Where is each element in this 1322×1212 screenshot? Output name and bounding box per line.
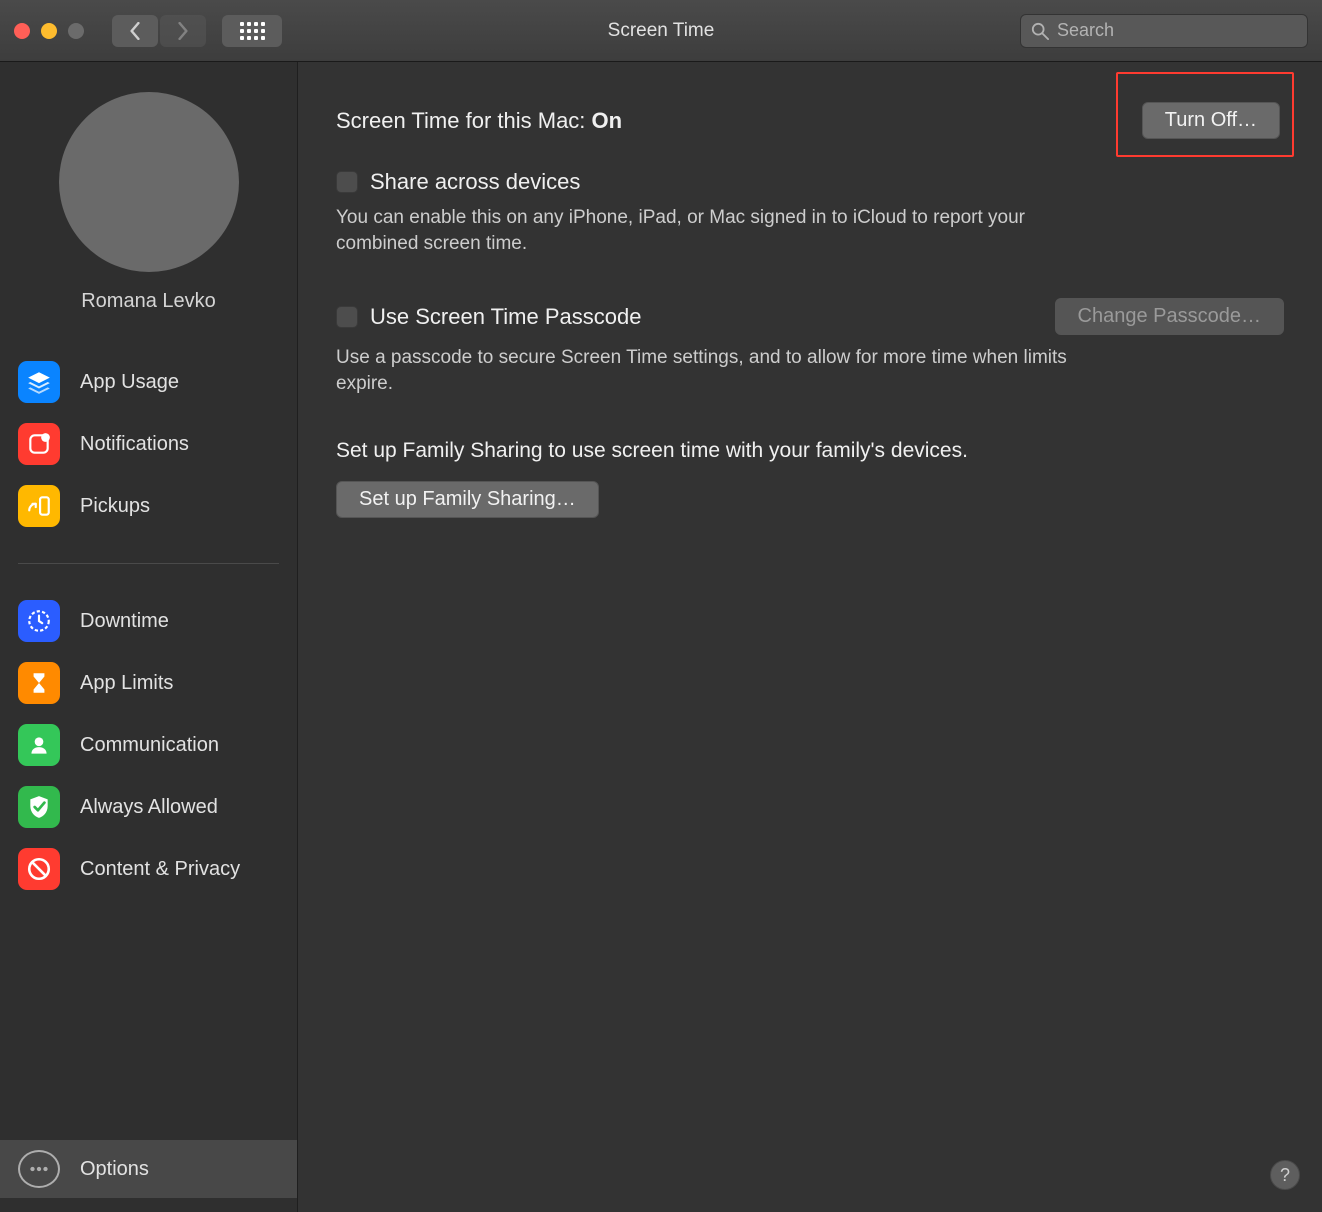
chevron-right-icon [176, 22, 190, 40]
share-across-devices-checkbox[interactable] [336, 171, 358, 193]
family-sharing-desc: Set up Family Sharing to use screen time… [336, 439, 1284, 463]
sidebar-item-label: Notifications [80, 433, 189, 456]
chevron-left-icon [128, 22, 142, 40]
use-passcode-label: Use Screen Time Passcode [370, 304, 641, 330]
grid-icon [240, 22, 265, 40]
main-panel: Screen Time for this Mac: On Turn Off… S… [298, 62, 1322, 1212]
screen-time-status-heading: Screen Time for this Mac: On [336, 108, 622, 134]
setup-family-sharing-button[interactable]: Set up Family Sharing… [336, 481, 599, 518]
sidebar-item-label: App Usage [80, 371, 179, 394]
shield-check-icon [18, 786, 60, 828]
sidebar-item-label: Options [80, 1158, 149, 1181]
sidebar: Romana Levko App Usage Notifications Pic… [0, 62, 298, 1212]
share-across-devices-label: Share across devices [370, 169, 580, 195]
sidebar-item-label: App Limits [80, 672, 173, 695]
help-button[interactable]: ? [1270, 1160, 1300, 1190]
fullscreen-window-button [68, 23, 84, 39]
sidebar-group-limits: Downtime App Limits Communication Always… [0, 580, 297, 910]
clock-stripe-icon [18, 600, 60, 642]
avatar [59, 92, 239, 272]
search-input[interactable] [1057, 20, 1297, 41]
hourglass-icon [18, 662, 60, 704]
back-button[interactable] [112, 15, 158, 47]
sidebar-item-label: Communication [80, 734, 219, 757]
search-icon [1031, 22, 1049, 40]
nav-buttons [112, 15, 206, 47]
divider [18, 563, 279, 564]
heading-state: On [592, 108, 623, 133]
username-label: Romana Levko [0, 290, 297, 313]
sidebar-group-usage: App Usage Notifications Pickups [0, 341, 297, 547]
bell-badge-icon [18, 423, 60, 465]
sidebar-item-downtime[interactable]: Downtime [18, 590, 279, 652]
heading-prefix: Screen Time for this Mac: [336, 108, 592, 133]
sidebar-item-label: Always Allowed [80, 796, 218, 819]
pickups-icon [18, 485, 60, 527]
options-icon [18, 1150, 60, 1188]
no-entry-icon [18, 848, 60, 890]
share-across-devices-desc: You can enable this on any iPhone, iPad,… [336, 205, 1076, 256]
sidebar-item-app-limits[interactable]: App Limits [18, 652, 279, 714]
layers-icon [18, 361, 60, 403]
sidebar-item-label: Downtime [80, 610, 169, 633]
window-controls [14, 23, 84, 39]
turn-off-button[interactable]: Turn Off… [1142, 102, 1280, 139]
use-passcode-checkbox[interactable] [336, 306, 358, 328]
forward-button [160, 15, 206, 47]
minimize-window-button[interactable] [41, 23, 57, 39]
sidebar-item-app-usage[interactable]: App Usage [18, 351, 279, 413]
question-mark-icon: ? [1280, 1165, 1290, 1186]
sidebar-item-always-allowed[interactable]: Always Allowed [18, 776, 279, 838]
sidebar-item-label: Pickups [80, 495, 150, 518]
sidebar-item-communication[interactable]: Communication [18, 714, 279, 776]
use-passcode-desc: Use a passcode to secure Screen Time set… [336, 345, 1076, 396]
sidebar-item-notifications[interactable]: Notifications [18, 413, 279, 475]
person-bubble-icon [18, 724, 60, 766]
sidebar-item-pickups[interactable]: Pickups [18, 475, 279, 537]
sidebar-item-options[interactable]: Options [0, 1140, 297, 1198]
close-window-button[interactable] [14, 23, 30, 39]
sidebar-item-label: Content & Privacy [80, 858, 240, 881]
titlebar: Screen Time [0, 0, 1322, 62]
sidebar-item-content-privacy[interactable]: Content & Privacy [18, 838, 279, 900]
change-passcode-button: Change Passcode… [1055, 298, 1284, 335]
search-field[interactable] [1020, 14, 1308, 48]
show-all-prefs-button[interactable] [222, 15, 282, 47]
